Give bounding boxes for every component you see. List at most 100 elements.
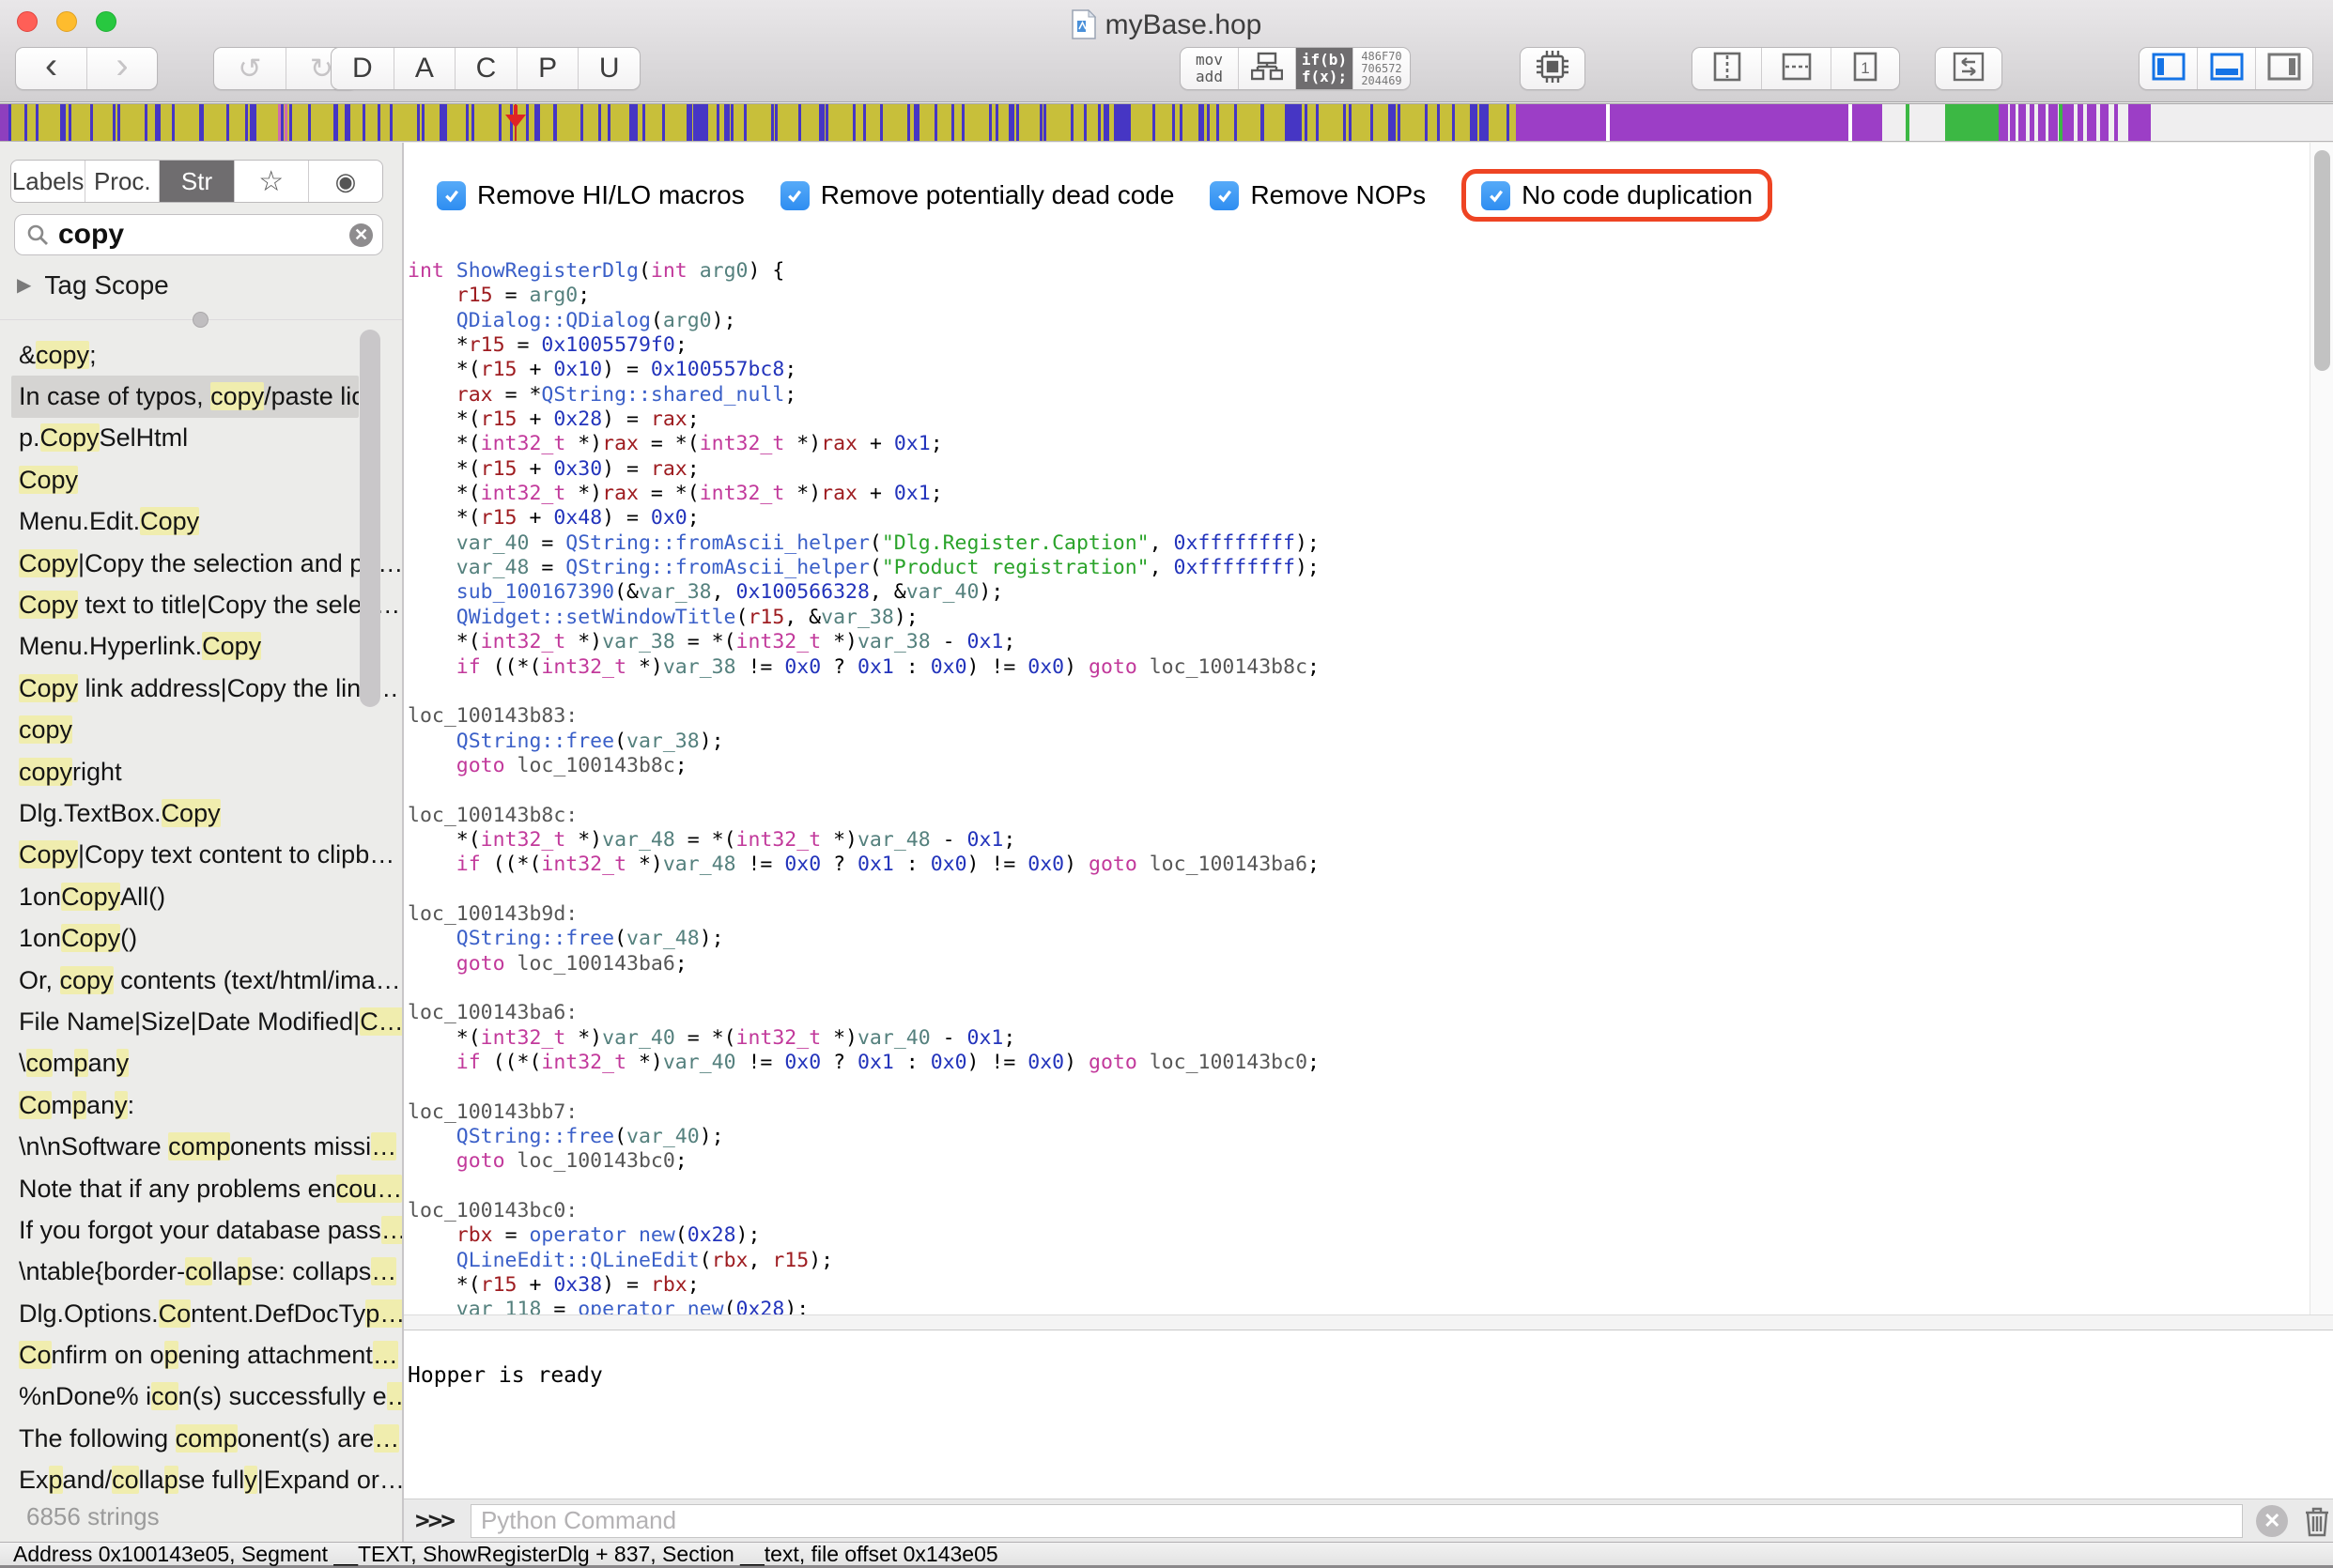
code-line[interactable]: loc_100143bb7: [408,1100,1320,1125]
code-line[interactable]: loc_100143b9d: [408,902,1320,927]
string-list-item[interactable]: 1onCopy() [0,917,402,959]
code-line[interactable]: goto loc_100143b8c; [408,754,1320,778]
code-line[interactable]: goto loc_100143bc0; [408,1149,1320,1174]
string-list-item[interactable]: Dlg.TextBox.Copy [0,792,402,834]
code-line[interactable]: r15 = arg0; [408,284,1320,308]
assembly-view-button[interactable]: movadd [1181,48,1238,89]
code-line[interactable]: loc_100143b8c: [408,804,1320,828]
string-list-item[interactable]: Dlg.Options.Content.DefDocTyp… [0,1293,402,1334]
splitter-knob[interactable] [193,312,209,328]
code-line[interactable] [408,778,1320,803]
console-splitter[interactable] [404,1314,2333,1330]
code-line[interactable]: rax = *QString::shared_null; [408,383,1320,407]
code-line[interactable]: rbx = operator new(0x28); [408,1223,1320,1248]
code-line[interactable]: loc_100143bc0: [408,1199,1320,1223]
pseudocode-listing[interactable]: int ShowRegisterDlg(int arg0) { r15 = ar… [408,259,1320,1323]
string-list-item[interactable]: \ntable{border-collapse: collaps… [0,1252,402,1293]
code-line[interactable]: *(r15 + 0x48) = 0x0; [408,506,1320,530]
code-line[interactable]: var_48 = QString::fromAscii_helper("Prod… [408,556,1320,580]
string-list-item[interactable]: Note that if any problems encou… [0,1168,402,1209]
toggle-left-panel-button[interactable] [2140,48,2197,89]
toggle-bottom-panel-button[interactable] [2197,48,2254,89]
string-list-item[interactable]: %nDone% icon(s) successfully e… [0,1376,402,1418]
code-line[interactable] [408,680,1320,704]
split-vertical-button[interactable] [1692,48,1761,89]
checkbox-remove-potentially-dead-code[interactable]: Remove potentially dead code [780,180,1175,210]
string-list-item[interactable]: Copy [0,459,402,500]
hex-view-button[interactable]: 486F70706572204469 [1352,48,1410,89]
checkbox-checked-icon[interactable] [780,181,810,210]
code-line[interactable]: *(int32_t *)var_38 = *(int32_t *)var_38 … [408,630,1320,654]
string-list-item[interactable]: \n\nSoftware components missi… [0,1126,402,1167]
type-button-a[interactable]: A [394,48,456,89]
code-line[interactable]: *(int32_t *)var_40 = *(int32_t *)var_40 … [408,1026,1320,1051]
clear-console-icon[interactable]: ✕ [2256,1505,2288,1537]
checkbox-remove-nops[interactable]: Remove NOPs [1210,180,1426,210]
code-line[interactable]: sub_100167390(&var_38, 0x100566328, &var… [408,580,1320,605]
string-list-item[interactable]: p.CopySelHtml [0,418,402,459]
checkbox-checked-icon[interactable] [1481,181,1510,210]
code-line[interactable]: QDialog::QDialog(arg0); [408,309,1320,333]
checkbox-remove-hi-lo-macros[interactable]: Remove HI/LO macros [437,180,745,210]
code-line[interactable]: *(r15 + 0x28) = rax; [408,407,1320,432]
code-line[interactable] [408,878,1320,902]
string-list-item[interactable]: copyright [0,751,402,792]
code-line[interactable]: goto loc_100143ba6; [408,952,1320,976]
code-line[interactable]: QWidget::setWindowTitle(r15, &var_38); [408,606,1320,630]
string-list-item[interactable]: Menu.Edit.Copy [0,501,402,543]
tab-strings[interactable]: Str [159,161,233,202]
code-scrollbar-track[interactable] [2310,143,2333,1314]
code-line[interactable]: *(int32_t *)rax = *(int32_t *)rax + 0x1; [408,432,1320,456]
undo-button[interactable]: ↺ [214,48,286,89]
cpu-button[interactable] [1520,47,1585,90]
string-list-item[interactable]: Menu.Hyperlink.Copy [0,626,402,668]
string-list-item[interactable]: If you forgot your database pass… [0,1209,402,1251]
search-input[interactable] [58,219,349,251]
code-line[interactable]: *(int32_t *)rax = *(int32_t *)rax + 0x1; [408,482,1320,506]
string-list-item[interactable]: File Name|Size|Date Modified|C… [0,1001,402,1042]
swap-panes-button[interactable] [1935,47,2002,90]
code-line[interactable] [408,1175,1320,1199]
code-line[interactable] [408,976,1320,1001]
string-list-item[interactable]: Confirm on opening attachment… [0,1334,402,1376]
string-list-item[interactable]: Copy|Copy text content to clipb… [0,835,402,876]
code-scrollbar-thumb[interactable] [2314,150,2330,371]
code-line[interactable]: if ((*(int32_t *)var_48 != 0x0 ? 0x1 : 0… [408,853,1320,877]
code-line[interactable]: QString::free(var_40); [408,1125,1320,1149]
code-line[interactable]: int ShowRegisterDlg(int arg0) { [408,259,1320,284]
tab-bookmarks[interactable]: ☆ [234,161,308,202]
string-list-item[interactable]: &copy; [0,334,402,376]
code-line[interactable] [408,1075,1320,1099]
code-line[interactable]: *(int32_t *)var_48 = *(int32_t *)var_48 … [408,828,1320,853]
trash-icon[interactable] [2301,1504,2333,1538]
address-space-minimap[interactable] [0,103,2333,142]
tab-labels[interactable]: Labels [11,161,85,202]
string-list-item[interactable]: Copy text to title|Copy the selec… [0,584,402,625]
single-view-button[interactable]: 1 [1831,48,1899,89]
tag-scope-disclosure[interactable]: ▶Tag Scope [17,270,169,300]
code-line[interactable]: loc_100143b83: [408,704,1320,729]
code-line[interactable]: QString::free(var_38); [408,730,1320,754]
code-line[interactable]: *(r15 + 0x38) = rbx; [408,1273,1320,1298]
string-list-item[interactable]: Expand/collapse fully|Expand or… [0,1460,402,1501]
sidebar-scrollbar-thumb[interactable] [360,330,380,707]
type-button-p[interactable]: P [517,48,579,89]
checkbox-no-code-duplication[interactable]: No code duplication [1461,169,1772,222]
code-line[interactable]: loc_100143ba6: [408,1001,1320,1025]
tab-procedures[interactable]: Proc. [85,161,159,202]
checkbox-checked-icon[interactable] [437,181,466,210]
code-line[interactable]: *r15 = 0x1005579f0; [408,333,1320,358]
string-list-item[interactable]: In case of typos, copy/paste lice… [11,376,359,417]
string-list-item[interactable]: Copy|Copy the selection and pu… [0,543,402,584]
string-list-item[interactable]: Copy link address|Copy the link… [0,668,402,709]
string-list-item[interactable]: \company [0,1043,402,1084]
string-list-item[interactable]: 1onCopyAll() [0,876,402,917]
type-button-d[interactable]: D [332,48,394,89]
code-line[interactable]: var_40 = QString::fromAscii_helper("Dlg.… [408,531,1320,556]
forward-button[interactable]: › [86,48,157,89]
toggle-right-panel-button[interactable] [2255,48,2312,89]
tab-scope[interactable]: ◉ [308,161,382,202]
code-line[interactable]: if ((*(int32_t *)var_38 != 0x0 ? 0x1 : 0… [408,655,1320,680]
string-list-item[interactable]: Company: [0,1084,402,1126]
string-list-item[interactable]: copy [0,710,402,751]
